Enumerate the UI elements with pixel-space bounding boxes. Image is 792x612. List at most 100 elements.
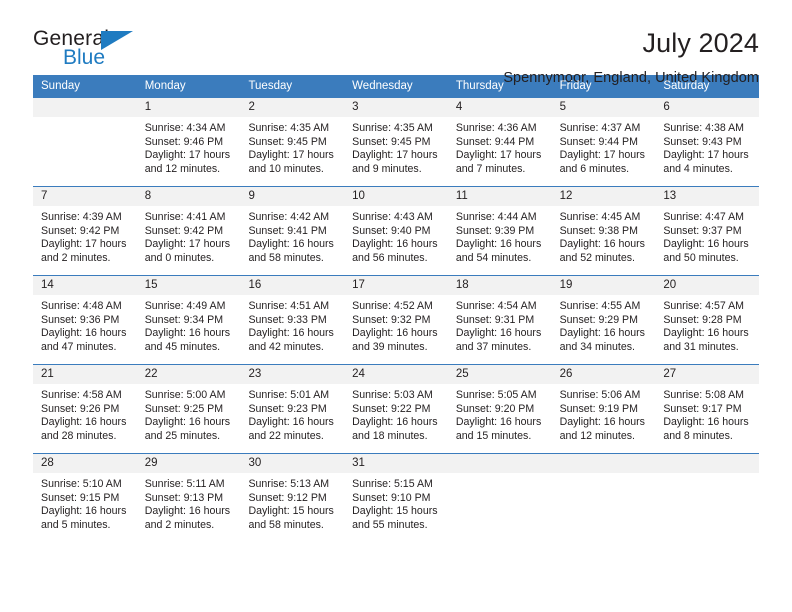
sunrise-text: Sunrise: 4:57 AM: [663, 300, 744, 312]
daylight-text-line1: Daylight: 16 hours: [41, 327, 127, 340]
day-number: 31: [344, 454, 448, 473]
day-cell[interactable]: 10 Sunrise: 4:43 AM Sunset: 9:40 PM Dayl…: [344, 187, 448, 275]
day-details: Sunrise: 4:52 AM Sunset: 9:32 PM Dayligh…: [344, 295, 448, 354]
day-cell[interactable]: 4 Sunrise: 4:36 AM Sunset: 9:44 PM Dayli…: [447, 98, 552, 186]
day-cell[interactable]: [447, 454, 552, 542]
day-number: 21: [33, 365, 137, 384]
daylight-text-line1: Daylight: 15 hours: [352, 505, 438, 518]
day-details: Sunrise: 4:39 AM Sunset: 9:42 PM Dayligh…: [33, 206, 137, 265]
day-cell[interactable]: 7 Sunrise: 4:39 AM Sunset: 9:42 PM Dayli…: [33, 187, 137, 275]
day-details: Sunrise: 5:15 AM Sunset: 9:10 PM Dayligh…: [344, 473, 448, 532]
day-details: Sunrise: 5:10 AM Sunset: 9:15 PM Dayligh…: [33, 473, 137, 532]
day-number: 17: [344, 276, 448, 295]
sunset-text: Sunset: 9:31 PM: [455, 313, 535, 326]
day-number: 11: [447, 187, 552, 206]
sunset-text: Sunset: 9:17 PM: [663, 402, 742, 415]
day-cell[interactable]: 2 Sunrise: 4:35 AM Sunset: 9:45 PM Dayli…: [240, 98, 345, 186]
sunrise-text: Sunrise: 4:36 AM: [455, 122, 537, 134]
daylight-text-line1: Daylight: 16 hours: [559, 238, 645, 251]
day-number: 13: [655, 187, 760, 206]
sunset-text: Sunset: 9:44 PM: [559, 135, 638, 148]
sunset-text: Sunset: 9:43 PM: [663, 135, 742, 148]
day-details: Sunrise: 4:35 AM Sunset: 9:45 PM Dayligh…: [240, 117, 344, 176]
day-details: Sunrise: 5:01 AM Sunset: 9:23 PM Dayligh…: [240, 384, 344, 443]
day-cell[interactable]: 16 Sunrise: 4:51 AM Sunset: 9:33 PM Dayl…: [240, 276, 345, 364]
day-cell[interactable]: [551, 454, 656, 542]
weekday-header-saturday: Saturday: [663, 80, 710, 92]
day-number: 26: [551, 365, 656, 384]
day-number: 10: [344, 187, 448, 206]
day-cell[interactable]: 30 Sunrise: 5:13 AM Sunset: 9:12 PM Dayl…: [240, 454, 345, 542]
sunset-text: Sunset: 9:13 PM: [144, 491, 224, 504]
sunset-text: Sunset: 9:38 PM: [559, 224, 638, 237]
day-cell[interactable]: 27 Sunrise: 5:08 AM Sunset: 9:17 PM Dayl…: [655, 365, 760, 453]
day-cell[interactable]: [33, 98, 137, 186]
day-cell[interactable]: 20 Sunrise: 4:57 AM Sunset: 9:28 PM Dayl…: [655, 276, 760, 364]
daylight-text-line2: and 2 minutes.: [144, 518, 215, 531]
calendar-week-row: 1 Sunrise: 4:34 AM Sunset: 9:46 PM Dayli…: [33, 97, 760, 186]
day-cell[interactable]: 28 Sunrise: 5:10 AM Sunset: 9:15 PM Dayl…: [33, 454, 137, 542]
day-cell[interactable]: 9 Sunrise: 4:42 AM Sunset: 9:41 PM Dayli…: [240, 187, 345, 275]
sunrise-text: Sunrise: 4:38 AM: [663, 122, 744, 134]
weekday-header-wednesday: Wednesday: [352, 80, 413, 92]
day-cell[interactable]: 19 Sunrise: 4:55 AM Sunset: 9:29 PM Dayl…: [551, 276, 656, 364]
daylight-text-line1: Daylight: 16 hours: [248, 416, 334, 429]
sunrise-text: Sunrise: 5:15 AM: [352, 478, 433, 490]
day-number: 6: [655, 98, 760, 117]
day-details: Sunrise: 5:00 AM Sunset: 9:25 PM Dayligh…: [137, 384, 241, 443]
sunrise-text: Sunrise: 5:10 AM: [41, 478, 122, 490]
daylight-text-line2: and 39 minutes.: [352, 340, 428, 353]
sunset-text: Sunset: 9:34 PM: [144, 313, 224, 326]
day-cell[interactable]: 24 Sunrise: 5:03 AM Sunset: 9:22 PM Dayl…: [344, 365, 448, 453]
day-details: Sunrise: 4:45 AM Sunset: 9:38 PM Dayligh…: [552, 206, 656, 265]
day-number: 27: [655, 365, 760, 384]
day-cell[interactable]: 18 Sunrise: 4:54 AM Sunset: 9:31 PM Dayl…: [447, 276, 552, 364]
day-cell[interactable]: [655, 454, 760, 542]
daylight-text-line2: and 50 minutes.: [663, 251, 739, 264]
day-cell[interactable]: 25 Sunrise: 5:05 AM Sunset: 9:20 PM Dayl…: [447, 365, 552, 453]
day-number: 9: [240, 187, 345, 206]
day-number: 5: [551, 98, 656, 117]
day-details: Sunrise: 5:13 AM Sunset: 9:12 PM Dayligh…: [240, 473, 344, 532]
day-cell[interactable]: 22 Sunrise: 5:00 AM Sunset: 9:25 PM Dayl…: [136, 365, 241, 453]
day-cell[interactable]: 12 Sunrise: 4:45 AM Sunset: 9:38 PM Dayl…: [551, 187, 656, 275]
day-cell[interactable]: 21 Sunrise: 4:58 AM Sunset: 9:26 PM Dayl…: [33, 365, 137, 453]
day-cell[interactable]: 31 Sunrise: 5:15 AM Sunset: 9:10 PM Dayl…: [344, 454, 448, 542]
daylight-text-line2: and 9 minutes.: [352, 162, 422, 175]
day-number: [447, 454, 552, 473]
sunrise-text: Sunrise: 4:43 AM: [352, 211, 433, 223]
daylight-text-line2: and 55 minutes.: [352, 518, 428, 531]
daylight-text-line2: and 10 minutes.: [248, 162, 324, 175]
weekday-header-thursday: Thursday: [455, 80, 504, 92]
sunset-text: Sunset: 9:39 PM: [455, 224, 535, 237]
day-cell[interactable]: 3 Sunrise: 4:35 AM Sunset: 9:45 PM Dayli…: [344, 98, 448, 186]
day-cell[interactable]: 13 Sunrise: 4:47 AM Sunset: 9:37 PM Dayl…: [655, 187, 760, 275]
day-details: Sunrise: 4:55 AM Sunset: 9:29 PM Dayligh…: [552, 295, 656, 354]
day-details: [552, 473, 656, 478]
day-cell[interactable]: 17 Sunrise: 4:52 AM Sunset: 9:32 PM Dayl…: [344, 276, 448, 364]
daylight-text-line2: and 0 minutes.: [144, 251, 215, 264]
sunset-text: Sunset: 9:25 PM: [144, 402, 224, 415]
day-cell[interactable]: 29 Sunrise: 5:11 AM Sunset: 9:13 PM Dayl…: [136, 454, 241, 542]
daylight-text-line2: and 4 minutes.: [663, 162, 733, 175]
sunset-text: Sunset: 9:20 PM: [455, 402, 535, 415]
day-cell[interactable]: 6 Sunrise: 4:38 AM Sunset: 9:43 PM Dayli…: [655, 98, 760, 186]
day-cell[interactable]: 14 Sunrise: 4:48 AM Sunset: 9:36 PM Dayl…: [33, 276, 137, 364]
day-cell[interactable]: 5 Sunrise: 4:37 AM Sunset: 9:44 PM Dayli…: [551, 98, 656, 186]
daylight-text-line2: and 45 minutes.: [144, 340, 221, 353]
day-number: [33, 98, 137, 117]
daylight-text-line1: Daylight: 17 hours: [41, 238, 127, 251]
day-cell[interactable]: 8 Sunrise: 4:41 AM Sunset: 9:42 PM Dayli…: [136, 187, 241, 275]
day-cell[interactable]: 1 Sunrise: 4:34 AM Sunset: 9:46 PM Dayli…: [136, 98, 241, 186]
day-cell[interactable]: 15 Sunrise: 4:49 AM Sunset: 9:34 PM Dayl…: [136, 276, 241, 364]
weekday-header-tuesday: Tuesday: [248, 80, 293, 92]
weekday-header-sunday: Sunday: [41, 80, 81, 92]
sunrise-text: Sunrise: 5:05 AM: [455, 389, 537, 401]
day-number: 16: [240, 276, 345, 295]
day-cell[interactable]: 26 Sunrise: 5:06 AM Sunset: 9:19 PM Dayl…: [551, 365, 656, 453]
day-cell[interactable]: 11 Sunrise: 4:44 AM Sunset: 9:39 PM Dayl…: [447, 187, 552, 275]
day-details: Sunrise: 4:42 AM Sunset: 9:41 PM Dayligh…: [240, 206, 344, 265]
sunrise-text: Sunrise: 5:13 AM: [248, 478, 330, 490]
daylight-text-line1: Daylight: 17 hours: [352, 149, 438, 162]
day-cell[interactable]: 23 Sunrise: 5:01 AM Sunset: 9:23 PM Dayl…: [240, 365, 345, 453]
